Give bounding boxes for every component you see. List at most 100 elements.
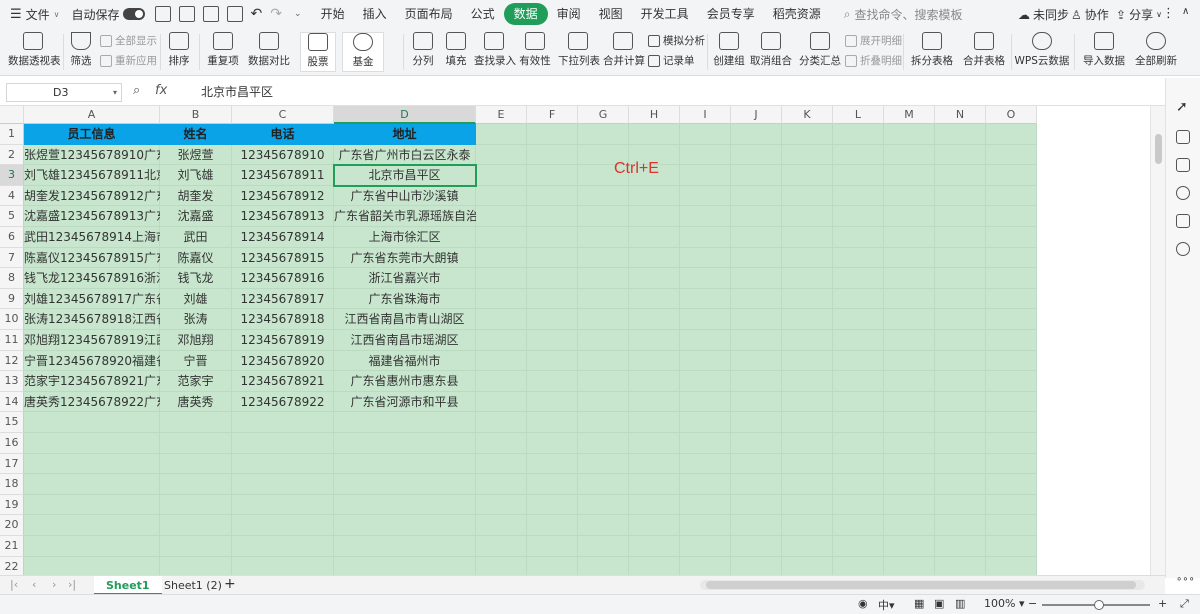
cell-c14[interactable]: 12345678922 (232, 391, 334, 413)
cell-n7[interactable] (935, 247, 986, 269)
collab-button[interactable]: ♙ 协作 (1071, 6, 1109, 23)
cell-c1[interactable]: 电话 (232, 124, 334, 145)
cell-f14[interactable] (527, 391, 578, 413)
fullscreen-icon[interactable]: ⤢ (1180, 597, 1189, 612)
style-settings-icon[interactable] (1176, 130, 1190, 144)
cell-c11[interactable]: 12345678919 (232, 330, 334, 351)
ungroup-button[interactable]: 取消组合 (749, 32, 793, 68)
row-header-19[interactable]: 19 (0, 494, 24, 516)
merge-table-button[interactable]: 合并表格 (959, 32, 1009, 68)
help-icon[interactable] (1176, 186, 1190, 200)
command-search[interactable]: ⌕ 查找命令、搜索模板 (844, 6, 963, 23)
cell-n9[interactable] (935, 288, 986, 310)
refresh-all-button[interactable]: 全部刷新 (1131, 32, 1181, 68)
cell-j22[interactable] (731, 556, 782, 576)
cell-o4[interactable] (986, 185, 1037, 207)
column-header-n[interactable]: N (935, 106, 986, 124)
cell-k3[interactable] (782, 165, 833, 186)
cell-f11[interactable] (527, 330, 578, 351)
cell-i18[interactable] (680, 474, 731, 495)
cell-j17[interactable] (731, 453, 782, 475)
zoom-slider-handle[interactable] (1094, 600, 1104, 610)
cell-f8[interactable] (527, 268, 578, 289)
cell-k2[interactable] (782, 144, 833, 166)
subtotal-button[interactable]: 分类汇总 (798, 32, 842, 68)
cell-m17[interactable] (884, 453, 935, 475)
tab-home[interactable]: 开始 (312, 3, 354, 25)
cell-c3[interactable]: 12345678911 (232, 165, 334, 186)
cell-h16[interactable] (629, 433, 680, 454)
cell-d11[interactable]: 江西省南昌市瑶湖区 (334, 330, 476, 351)
dropdown-list-button[interactable]: 下拉列表 (558, 32, 600, 68)
cell-f17[interactable] (527, 453, 578, 475)
cell-n21[interactable] (935, 536, 986, 557)
normal-view-icon[interactable]: ▦ (914, 597, 924, 612)
next-sheet-icon[interactable]: › (52, 578, 56, 591)
cursor-select-icon[interactable]: ➚ (1176, 100, 1190, 114)
cell-j15[interactable] (731, 412, 782, 433)
row-header-21[interactable]: 21 (0, 536, 24, 557)
cell-f9[interactable] (527, 288, 578, 310)
cell-i13[interactable] (680, 371, 731, 392)
cell-e16[interactable] (476, 433, 527, 454)
share-button[interactable]: ⇪ 分享 ∨ (1116, 6, 1162, 23)
zoom-lookup-icon[interactable]: ⌕ (133, 83, 140, 98)
cell-f19[interactable] (527, 494, 578, 516)
fund-button[interactable]: 基金 (342, 32, 384, 72)
cell-a2[interactable]: 张煜萱12345678910广东省广州市白云区永泰 (24, 144, 276, 166)
cell-a5[interactable]: 沈嘉盛12345678913广东省韶关市乳源瑶族自治县 (24, 206, 300, 227)
first-sheet-icon[interactable]: |‹ (10, 578, 18, 591)
zoom-slider[interactable] (1042, 600, 1150, 610)
last-sheet-icon[interactable]: ›| (68, 578, 76, 591)
cell-f10[interactable] (527, 309, 578, 330)
cell-o20[interactable] (986, 515, 1037, 536)
cell-j3[interactable] (731, 165, 782, 186)
fill-button[interactable]: 填充 (441, 32, 471, 68)
row-header-15[interactable]: 15 (0, 412, 24, 433)
cell-k14[interactable] (782, 391, 833, 413)
cell-m20[interactable] (884, 515, 935, 536)
cell-i10[interactable] (680, 309, 731, 330)
cell-i12[interactable] (680, 350, 731, 372)
cell-f6[interactable] (527, 227, 578, 248)
cell-k10[interactable] (782, 309, 833, 330)
cell-c22[interactable] (232, 556, 334, 576)
cell-h20[interactable] (629, 515, 680, 536)
cell-k13[interactable] (782, 371, 833, 392)
cell-h18[interactable] (629, 474, 680, 495)
cell-o14[interactable] (986, 391, 1037, 413)
cell-d6[interactable]: 上海市徐汇区 (334, 227, 476, 248)
sheet-tools-icon[interactable] (1176, 214, 1190, 228)
cell-f20[interactable] (527, 515, 578, 536)
cell-l9[interactable] (833, 288, 884, 310)
cell-a10[interactable]: 张涛12345678918江西省南昌市青山湖区 (24, 309, 252, 330)
cell-d2[interactable]: 广东省广州市白云区永泰 (334, 144, 476, 166)
cell-g10[interactable] (578, 309, 629, 330)
cell-e11[interactable] (476, 330, 527, 351)
cell-k17[interactable] (782, 453, 833, 475)
cell-h7[interactable] (629, 247, 680, 269)
filter-button[interactable]: 筛选 (66, 32, 96, 68)
cell-h17[interactable] (629, 453, 680, 475)
tab-review[interactable]: 审阅 (548, 3, 590, 25)
cell-n18[interactable] (935, 474, 986, 495)
cell-j7[interactable] (731, 247, 782, 269)
cell-a1[interactable]: 员工信息 (24, 124, 160, 145)
cell-a4[interactable]: 胡奎发12345678912广东省中山市沙溪镇 (24, 185, 252, 207)
cell-f16[interactable] (527, 433, 578, 454)
tab-docer[interactable]: 稻壳资源 (764, 3, 830, 25)
lookup-entry-button[interactable]: 查找录入 (474, 32, 516, 68)
column-header-e[interactable]: E (476, 106, 527, 124)
cell-g1[interactable] (578, 124, 629, 145)
cell-i20[interactable] (680, 515, 731, 536)
cell-f21[interactable] (527, 536, 578, 557)
cell-b16[interactable] (160, 433, 232, 454)
cell-e17[interactable] (476, 453, 527, 475)
row-header-8[interactable]: 8 (0, 268, 24, 289)
cell-o15[interactable] (986, 412, 1037, 433)
cell-n15[interactable] (935, 412, 986, 433)
cell-l8[interactable] (833, 268, 884, 289)
cell-b10[interactable]: 张涛 (160, 309, 232, 330)
cell-n1[interactable] (935, 124, 986, 145)
cell-a22[interactable] (24, 556, 160, 576)
